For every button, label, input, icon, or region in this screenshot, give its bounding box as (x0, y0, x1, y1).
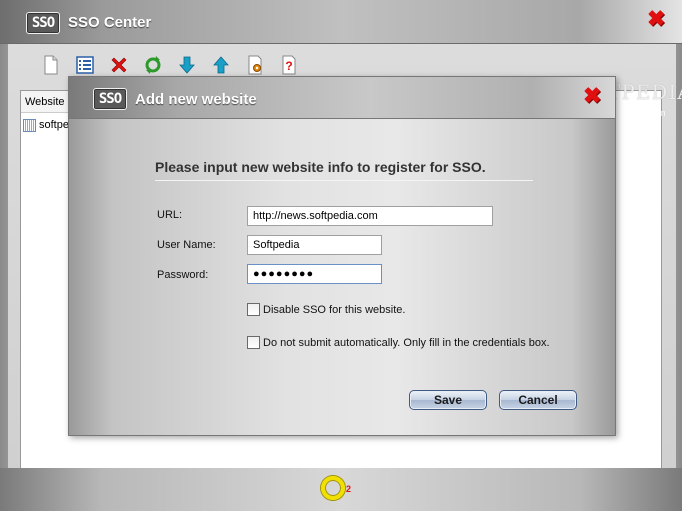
refresh-icon[interactable] (140, 52, 165, 77)
toolbar: ? (38, 52, 301, 78)
dialog-heading: Please input new website info to registe… (155, 159, 486, 175)
disable-sso-checkbox[interactable] (247, 303, 260, 316)
status-bar: 2 (0, 468, 682, 511)
status-ring-icon[interactable] (321, 476, 345, 500)
url-input[interactable] (247, 206, 493, 226)
move-up-icon[interactable] (208, 52, 233, 77)
help-icon[interactable]: ? (276, 52, 301, 77)
delete-icon[interactable] (106, 52, 131, 77)
settings-icon[interactable] (242, 52, 267, 77)
password-label: Password: (157, 269, 209, 281)
dialog-close-icon[interactable]: ✖ (583, 85, 601, 107)
column-header-website[interactable]: Website (21, 91, 73, 113)
main-window-title: SSO Center (68, 14, 152, 31)
move-down-icon[interactable] (174, 52, 199, 77)
list-icon[interactable] (72, 52, 97, 77)
user-name-input[interactable] (247, 235, 382, 255)
sso-logo: SSO (93, 88, 127, 110)
new-document-icon[interactable] (38, 52, 63, 77)
svg-text:?: ? (285, 59, 292, 73)
user-name-label: User Name: (157, 239, 216, 251)
sso-logo: SSO (26, 12, 60, 34)
password-input[interactable] (247, 264, 382, 284)
status-count-badge: 2 (346, 484, 352, 494)
heading-divider (155, 180, 533, 181)
add-website-dialog: SSO Add new website ✖ Please input new w… (68, 76, 616, 436)
website-icon (23, 118, 36, 132)
url-label: URL: (157, 209, 183, 221)
save-button[interactable]: Save (409, 390, 487, 410)
dialog-title: Add new website (135, 91, 257, 108)
list-item-label: softpe (39, 119, 69, 131)
main-title-bar: SSO SSO Center ✖ (0, 0, 682, 44)
no-auto-submit-checkbox[interactable] (247, 336, 260, 349)
main-close-icon[interactable]: ✖ (647, 8, 665, 30)
disable-sso-label[interactable]: Disable SSO for this website. (263, 304, 405, 316)
no-auto-submit-label[interactable]: Do not submit automatically. Only fill i… (263, 337, 550, 349)
disable-sso-option: Disable SSO for this website. (247, 303, 405, 316)
list-item[interactable]: softpe (23, 117, 69, 133)
cancel-button[interactable]: Cancel (499, 390, 577, 410)
dialog-title-bar: SSO Add new website ✖ (69, 77, 615, 119)
no-auto-submit-option: Do not submit automatically. Only fill i… (247, 336, 550, 349)
